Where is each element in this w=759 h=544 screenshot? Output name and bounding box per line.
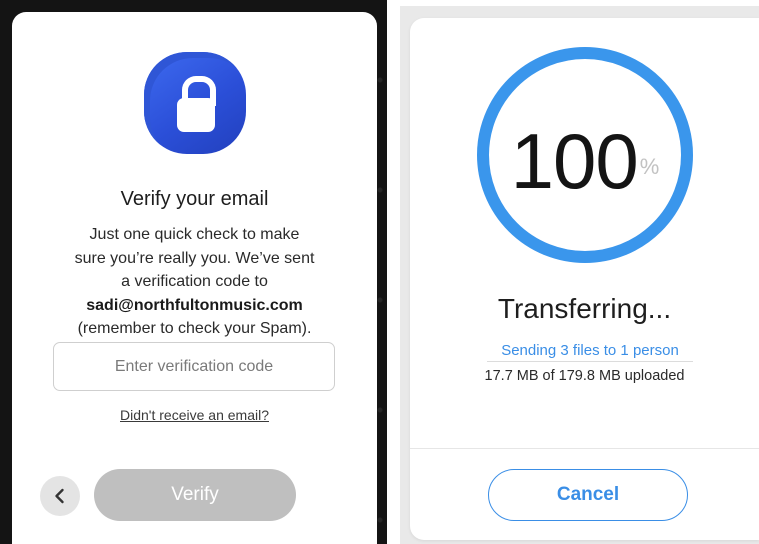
desc-line: Just one quick check to make	[89, 226, 300, 243]
sending-files-link[interactable]: Sending 3 files to 1 person	[487, 342, 693, 362]
upload-status: 17.7 MB of 179.8 MB uploaded	[484, 368, 685, 384]
cancel-button[interactable]: Cancel	[488, 469, 688, 521]
progress-percentage: 100%	[410, 121, 759, 201]
lock-body	[177, 98, 215, 132]
percent-sign: %	[639, 154, 660, 179]
verify-description: Just one quick check to make sure you’re…	[32, 223, 357, 341]
panel-divider	[387, 0, 400, 544]
desc-line: (remember to check your Spam).	[77, 320, 312, 338]
verification-code-input[interactable]	[53, 342, 335, 391]
divider	[410, 448, 759, 449]
back-button[interactable]	[40, 476, 80, 516]
transfer-title: Transferring...	[497, 293, 672, 324]
verify-email-card: Verify your email Just one quick check t…	[12, 12, 377, 544]
desc-line: a verification code to	[121, 273, 268, 291]
page-title: Verify your email	[120, 188, 269, 210]
desc-line: sure you’re really you. We’ve sent	[74, 249, 315, 267]
resend-email-link[interactable]: Didn't receive an email?	[12, 407, 377, 423]
verify-button[interactable]: Verify	[94, 469, 296, 521]
chevron-left-icon	[55, 488, 64, 504]
lock-icon	[144, 52, 246, 154]
email-address: sadi@northfultonmusic.com	[86, 296, 303, 314]
transfer-card: 100% Transferring... Sending 3 files to …	[410, 18, 759, 540]
progress-value: 100	[510, 117, 639, 205]
